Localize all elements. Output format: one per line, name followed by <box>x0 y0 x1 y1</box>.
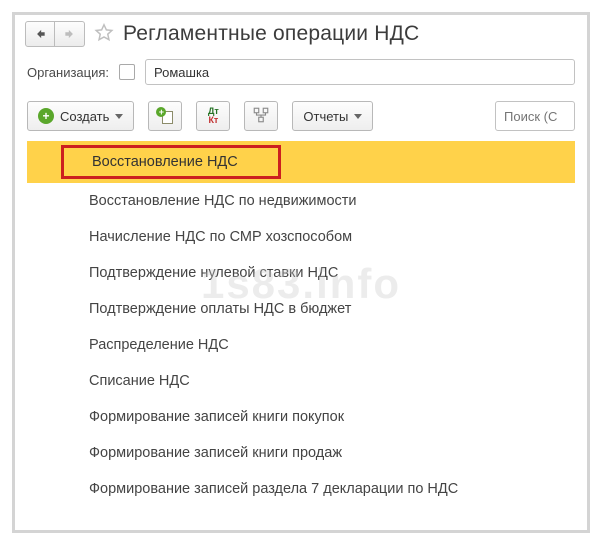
list-item-label: Формирование записей раздела 7 деклараци… <box>89 481 458 497</box>
list-item[interactable]: Формирование записей раздела 7 деклараци… <box>27 471 575 507</box>
list-item-label: Подтверждение оплаты НДС в бюджет <box>89 301 351 317</box>
list-item[interactable]: Распределение НДС <box>27 327 575 363</box>
create-button-label: Создать <box>60 109 109 124</box>
chevron-down-icon <box>354 114 362 119</box>
organization-input[interactable] <box>145 59 575 85</box>
favorite-star-button[interactable] <box>93 22 115 47</box>
list-item-label: Распределение НДС <box>89 337 229 353</box>
nav-forward-button[interactable] <box>55 21 85 47</box>
list-item[interactable]: Начисление НДС по СМР хозспособом <box>27 219 575 255</box>
dtkt-button[interactable]: ДтКт <box>196 101 230 131</box>
list-item-label: Списание НДС <box>89 373 190 389</box>
organization-label: Организация: <box>27 65 109 80</box>
page-title: Регламентные операции НДС <box>123 22 419 46</box>
dtkt-icon: ДтКт <box>208 107 219 125</box>
list-item[interactable]: Списание НДС <box>27 363 575 399</box>
copy-button[interactable]: + <box>148 101 182 131</box>
plus-circle-icon: + <box>38 108 54 124</box>
organization-checkbox[interactable] <box>119 64 135 80</box>
reports-button[interactable]: Отчеты <box>292 101 373 131</box>
list-item[interactable]: Восстановление НДС по недвижимости <box>27 183 575 219</box>
list-item-label: Формирование записей книги продаж <box>89 445 342 461</box>
arrow-right-icon <box>63 27 77 41</box>
list-item[interactable]: Подтверждение нулевой ставки НДС <box>27 255 575 291</box>
nav-back-button[interactable] <box>25 21 55 47</box>
arrow-left-icon <box>33 27 47 41</box>
list-item-selected[interactable]: Восстановление НДС <box>27 141 575 183</box>
hierarchy-icon <box>252 106 270 127</box>
list-item[interactable]: Формирование записей книги покупок <box>27 399 575 435</box>
reports-button-label: Отчеты <box>303 109 348 124</box>
list-item-label: Подтверждение нулевой ставки НДС <box>89 265 338 281</box>
create-button[interactable]: + Создать <box>27 101 134 131</box>
operation-list: Восстановление НДС Восстановление НДС по… <box>15 141 587 507</box>
list-item-label: Формирование записей книги покупок <box>89 409 344 425</box>
chevron-down-icon <box>115 114 123 119</box>
search-input[interactable] <box>495 101 575 131</box>
hierarchy-button[interactable] <box>244 101 278 131</box>
list-item[interactable]: Формирование записей книги продаж <box>27 435 575 471</box>
list-item[interactable]: Подтверждение оплаты НДС в бюджет <box>27 291 575 327</box>
list-item-label: Восстановление НДС по недвижимости <box>89 193 357 209</box>
star-outline-icon <box>93 22 115 44</box>
copy-plus-icon: + <box>157 108 173 124</box>
list-item-label: Восстановление НДС <box>61 145 281 179</box>
list-item-label: Начисление НДС по СМР хозспособом <box>89 229 352 245</box>
